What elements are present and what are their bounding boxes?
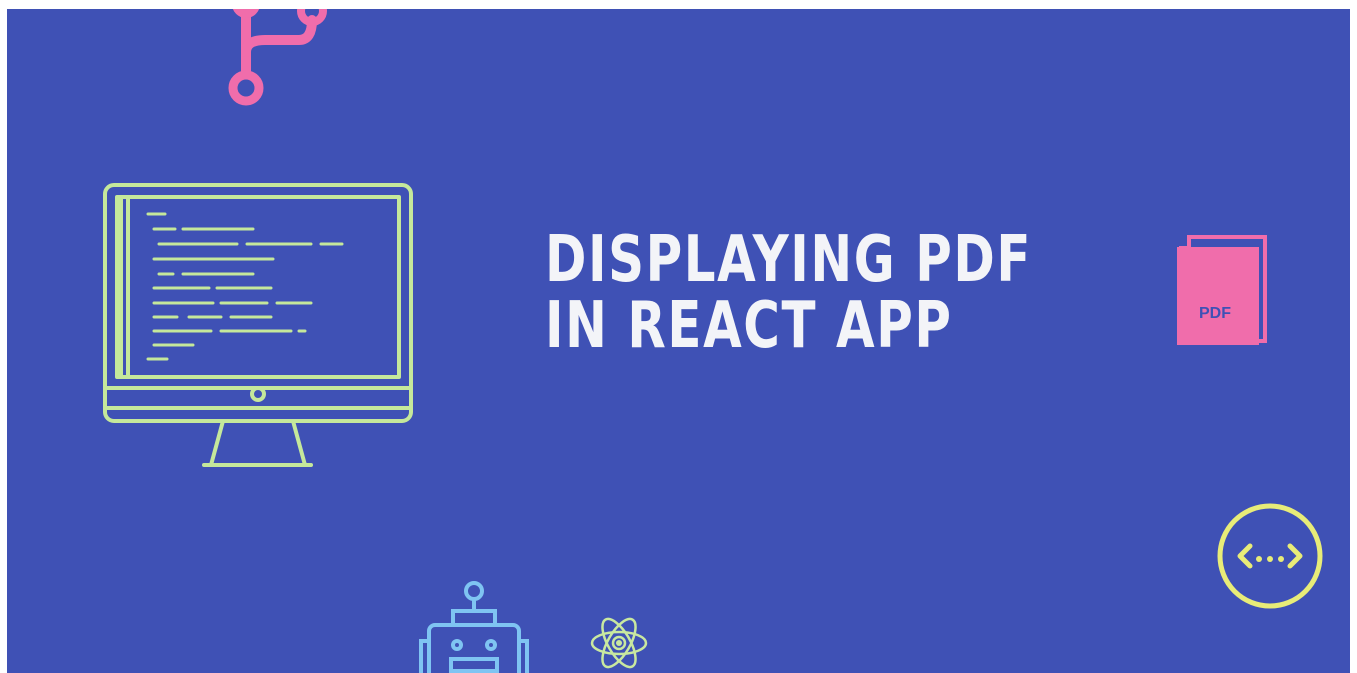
title-line-2: IN REACT APP [545, 289, 953, 363]
page-title: DISPLAYING PDF IN REACT APP [545, 227, 1032, 359]
robot-icon [419, 581, 529, 673]
pdf-label: PDF [1199, 305, 1231, 322]
banner: DISPLAYING PDF IN REACT APP PDF [7, 9, 1350, 673]
atom-icon [590, 617, 648, 669]
title-line-1: DISPLAYING PDF [545, 223, 1033, 297]
pdf-file-icon [1177, 235, 1267, 345]
git-branch-icon [228, 9, 327, 106]
monitor-icon [103, 183, 413, 467]
code-circle-icon [1217, 503, 1323, 609]
